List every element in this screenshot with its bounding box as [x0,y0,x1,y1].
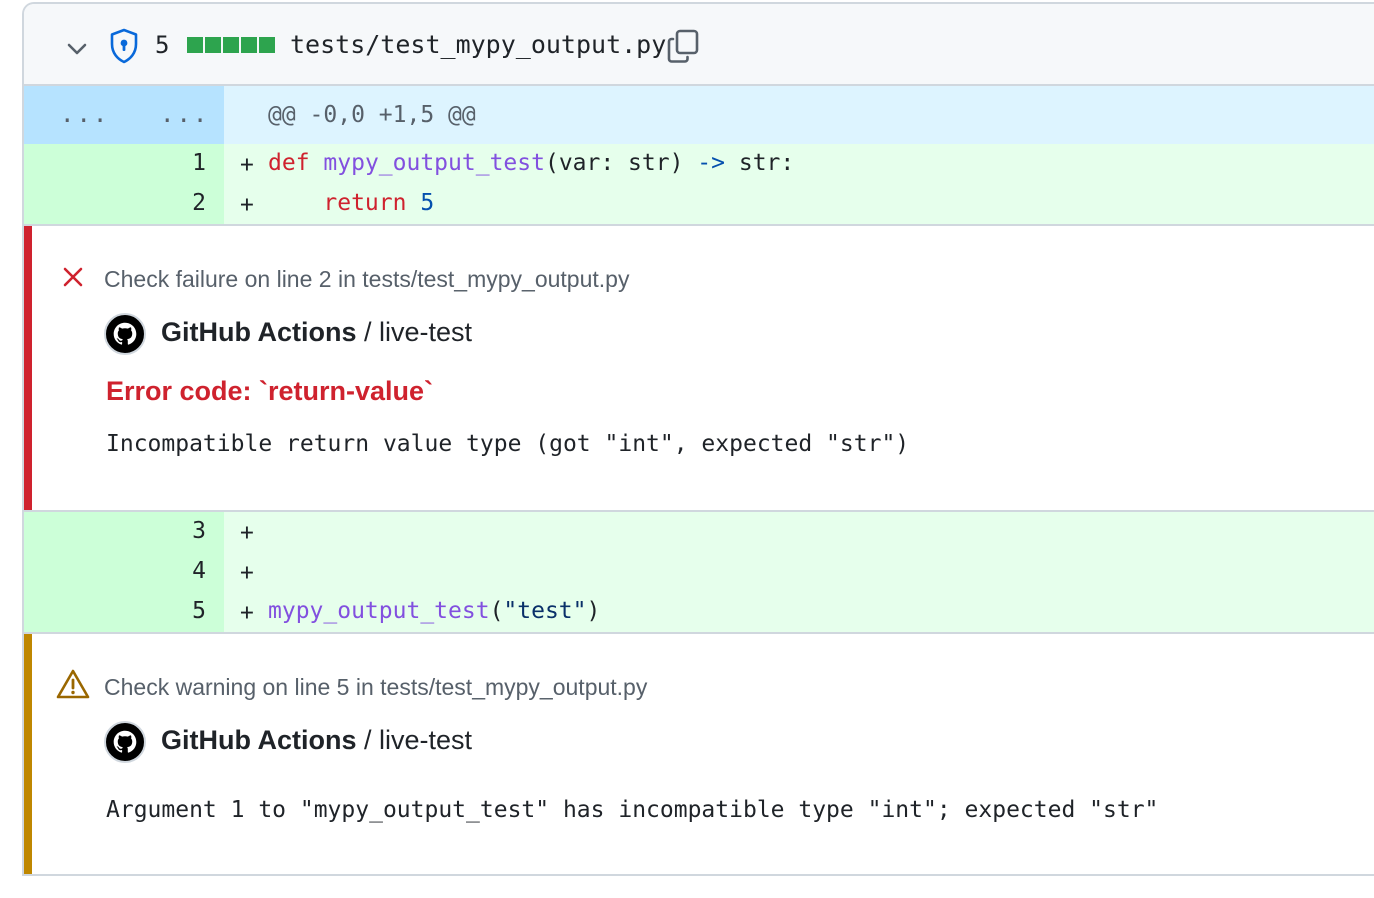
code-content: mypy_output_test("test") [268,598,600,624]
new-line-gutter[interactable]: 5 [124,592,224,632]
app-name-bold: GitHub Actions [161,725,357,755]
diff-sign: + [240,520,254,546]
code-token: ( [489,598,504,624]
error-code-heading: Error code: `return-value` [106,376,434,406]
code-token-keyword: def [268,150,310,176]
diff-sign: + [240,560,254,586]
code-content: def mypy_output_test(var: str) -> str: [268,150,794,176]
new-line-gutter[interactable]: 4 [124,552,224,592]
code-token-operator: -> [697,150,725,176]
annotation-title: Check warning on line 5 in tests/test_my… [104,674,648,700]
old-line-gutter[interactable] [24,184,124,224]
diff-line: 5 + mypy_output_test("test") [24,592,1374,632]
check-app-name[interactable]: GitHub Actions / live-test [161,725,472,756]
job-name: / live-test [356,725,473,755]
expand-gutter-left[interactable]: ... [24,86,124,144]
annotation-message: Argument 1 to "mypy_output_test" has inc… [106,797,1159,823]
annotation-title: Check failure on line 2 in tests/test_my… [104,266,630,292]
code-token: str: [725,150,795,176]
check-failure-annotation: Check failure on line 2 in tests/test_my… [24,224,1374,512]
hunk-header-text: @@ -0,0 +1,5 @@ [268,102,476,128]
code-token-string: "test" [503,598,587,624]
line-number[interactable]: 2 [192,190,206,216]
diffstat-block [223,37,239,53]
code-token: (var: str) [544,150,698,176]
change-count: 5 [155,31,170,59]
line-number[interactable]: 3 [192,518,206,544]
diffstat-block [241,37,257,53]
diffstat-blocks [187,37,275,53]
expand-dots-left[interactable]: ... [60,100,109,128]
diffstat-block [259,37,275,53]
warning-bar [24,634,32,874]
code-token: ) [586,598,601,624]
diff-line: 4 + [24,552,1374,592]
copy-icon[interactable] [666,28,700,64]
old-line-gutter[interactable] [24,552,124,592]
code-token-function: mypy_output_test [323,150,545,176]
expand-gutter-right[interactable]: ... [124,86,224,144]
diff-line: 1 + def mypy_output_test(var: str) -> st… [24,144,1374,184]
diffstat-block [187,37,203,53]
old-line-gutter[interactable] [24,144,124,184]
file-path-link[interactable]: tests/test_mypy_output.py [290,30,666,59]
code-content: return 5 [268,190,434,216]
github-logo-icon [104,721,146,763]
annotation-message: Incompatible return value type (got "int… [106,431,910,457]
diff-file-card: 5 tests/test_mypy_output.py ... ... @@ -… [22,2,1374,876]
chevron-down-icon[interactable] [62,34,92,64]
diff-sign: + [240,152,254,178]
alert-triangle-icon [56,669,90,699]
failure-bar [24,226,32,510]
file-header: 5 tests/test_mypy_output.py [24,4,1374,86]
diff-line: 2 + return 5 [24,184,1374,224]
check-warning-annotation: Check warning on line 5 in tests/test_my… [24,632,1374,874]
line-number[interactable]: 4 [192,558,206,584]
job-name: / live-test [356,317,473,347]
code-token-function: mypy_output_test [268,598,490,624]
line-number[interactable]: 5 [192,598,206,624]
diff-sign: + [240,600,254,626]
code-token-keyword: return [323,190,407,216]
old-line-gutter[interactable] [24,512,124,552]
expand-dots-right[interactable]: ... [160,100,209,128]
shield-icon[interactable] [108,28,140,64]
hunk-header-row: ... ... @@ -0,0 +1,5 @@ [24,86,1374,144]
diff-line: 3 + [24,512,1374,552]
x-icon [63,267,83,287]
check-app-name[interactable]: GitHub Actions / live-test [161,317,472,348]
diff-sign: + [240,192,254,218]
new-line-gutter[interactable]: 1 [124,144,224,184]
new-line-gutter[interactable]: 3 [124,512,224,552]
new-line-gutter[interactable]: 2 [124,184,224,224]
code-token-number: 5 [420,190,435,216]
line-number[interactable]: 1 [192,150,206,176]
app-name-bold: GitHub Actions [161,317,357,347]
github-logo-icon [104,313,146,355]
diffstat-block [205,37,221,53]
old-line-gutter[interactable] [24,592,124,632]
